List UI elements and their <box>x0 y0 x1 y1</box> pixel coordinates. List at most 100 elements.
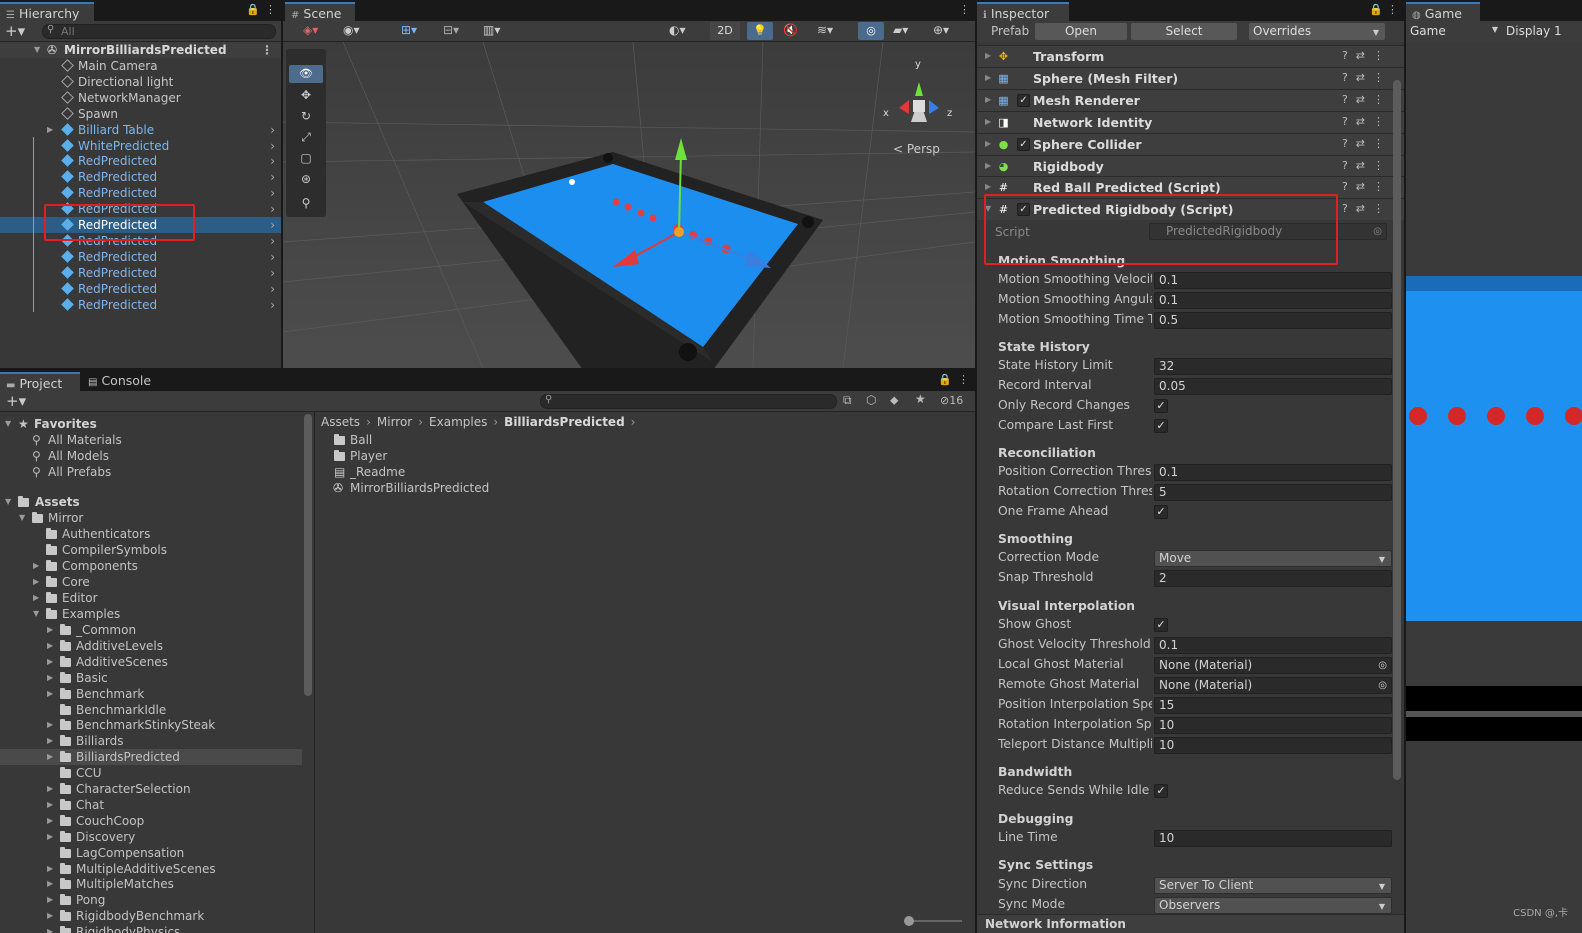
expand-arrow-icon[interactable]: ▶ <box>47 638 57 654</box>
expand-arrow-icon[interactable]: ▶ <box>47 813 57 829</box>
help-icon[interactable]: ? <box>1342 115 1356 128</box>
hierarchy-search-input[interactable]: ⚲ All <box>42 24 276 39</box>
hierarchy-item[interactable]: ▶ Billiard Table › <box>0 122 281 138</box>
expand-arrow-icon[interactable]: ▶ <box>985 51 991 60</box>
expand-arrow-icon[interactable]: ▶ <box>47 924 57 933</box>
field-input[interactable]: 10 <box>1154 737 1392 754</box>
field-checkbox[interactable]: ✓ <box>1154 618 1168 632</box>
folder-item[interactable]: ▶ Chat <box>0 797 302 813</box>
expand-arrow-icon[interactable]: ▶ <box>47 622 57 638</box>
hierarchy-item[interactable]: Main Camera <box>0 58 281 74</box>
hierarchy-item[interactable]: RedPredicted › <box>0 169 281 185</box>
chevron-right-icon[interactable]: › <box>270 297 275 313</box>
folder-item[interactable]: ▶ Editor <box>0 590 302 606</box>
expand-arrow-icon[interactable]: ▶ <box>985 117 991 126</box>
field-input[interactable]: 0.5 <box>1154 312 1392 329</box>
toggle-2d-button[interactable]: 2D <box>710 22 740 40</box>
field-dropdown[interactable]: Move ▼ <box>1154 550 1392 567</box>
expand-arrow-icon[interactable]: ▶ <box>33 574 43 590</box>
preset-icon[interactable]: ⇄ <box>1356 71 1373 84</box>
field-input[interactable]: 0.1 <box>1154 272 1392 289</box>
game-view[interactable]: CSDN @,卡 <box>1406 42 1582 933</box>
favorites-header[interactable]: ▼ ★ Favorites <box>0 416 302 432</box>
draw-mode-icon[interactable]: ◉▾ <box>343 23 360 37</box>
increment-snap-icon[interactable]: ▥▾ <box>483 23 500 37</box>
component-actions[interactable]: ?⇄⋮ <box>1342 115 1392 128</box>
folder-item[interactable]: CompilerSymbols <box>0 542 302 558</box>
hierarchy-item[interactable]: WhitePredicted › <box>0 138 281 154</box>
asset-item[interactable]: ✇ MirrorBilliardsPredicted <box>330 480 975 496</box>
folder-item[interactable]: ▶ CharacterSelection <box>0 781 302 797</box>
chevron-right-icon[interactable]: › <box>270 217 275 233</box>
mirror-folder[interactable]: ▼ Mirror <box>0 510 302 526</box>
grid-snap-icon[interactable]: ⊞▾ <box>401 23 417 37</box>
favorite-item[interactable]: ⚲ All Materials <box>0 432 302 448</box>
folder-item[interactable]: BenchmarkIdle <box>0 702 302 718</box>
custom-tool-icon[interactable]: ⚲ <box>289 194 323 212</box>
asset-item[interactable]: Ball <box>330 432 975 448</box>
chevron-right-icon[interactable]: › <box>270 233 275 249</box>
preset-icon[interactable]: ⇄ <box>1356 159 1373 172</box>
hierarchy-item[interactable]: RedPredicted › <box>0 281 281 297</box>
more-icon[interactable]: ⋮ <box>1373 115 1392 128</box>
folder-item[interactable]: ▶ RigidbodyPhysics <box>0 924 302 933</box>
object-picker-icon[interactable]: ◎ <box>1378 678 1387 693</box>
component-actions[interactable]: ?⇄⋮ <box>1342 180 1392 193</box>
folder-item[interactable]: ▶ Benchmark <box>0 686 302 702</box>
field-input[interactable]: 2 <box>1154 570 1392 587</box>
folder-item[interactable]: LagCompensation <box>0 845 302 861</box>
lock-icon[interactable]: 🔒 <box>938 373 952 386</box>
component-header[interactable]: ▶ ● ✓ Sphere Collider ?⇄⋮ <box>977 132 1404 155</box>
help-icon[interactable]: ? <box>1342 137 1356 150</box>
expand-arrow-icon[interactable]: ▶ <box>47 781 57 797</box>
field-input[interactable]: 0.1 <box>1154 292 1392 309</box>
component-actions[interactable]: ?⇄⋮ <box>1342 93 1392 106</box>
component-header[interactable]: ▶ ◕ Rigidbody ?⇄⋮ <box>977 154 1404 177</box>
breadcrumb-item[interactable]: BilliardsPredicted <box>504 415 624 429</box>
preset-icon[interactable]: ⇄ <box>1356 49 1373 62</box>
view-tool-icon[interactable]: 👁 <box>289 65 323 83</box>
expand-arrow-icon[interactable]: ▶ <box>47 749 57 765</box>
more-icon[interactable]: ⋮ <box>1373 71 1392 84</box>
component-header[interactable]: ▶ ✥ Transform ?⇄⋮ <box>977 45 1404 67</box>
chevron-right-icon[interactable]: › <box>270 153 275 169</box>
effects-icon[interactable]: ≋▾ <box>817 23 833 37</box>
hierarchy-item[interactable]: RedPredicted › <box>0 297 281 313</box>
field-input[interactable]: 32 <box>1154 358 1392 375</box>
field-input[interactable]: 0.1 <box>1154 637 1392 654</box>
tag-icon[interactable]: ⬥ <box>890 393 898 408</box>
chevron-right-icon[interactable]: › <box>270 281 275 297</box>
asset-item[interactable]: Player <box>330 448 975 464</box>
folder-item[interactable]: ▶ BenchmarkStinkySteak <box>0 717 302 733</box>
expand-arrow-icon[interactable]: ▶ <box>47 717 57 733</box>
help-icon[interactable]: ? <box>1342 93 1356 106</box>
network-info-header[interactable]: Network Information <box>977 914 1404 933</box>
more-icon[interactable]: ⋮ <box>261 42 273 58</box>
expand-arrow-icon[interactable]: ▼ <box>33 606 43 622</box>
component-header[interactable]: ▶ ▦ ✓ Mesh Renderer ?⇄⋮ <box>977 88 1404 111</box>
audio-icon[interactable]: 🔇 <box>783 23 798 37</box>
preset-icon[interactable]: ⇄ <box>1356 180 1373 193</box>
preset-icon[interactable]: ⇄ <box>1356 137 1373 150</box>
folder-item[interactable]: CCU <box>0 765 302 781</box>
more-icon[interactable]: ⋮ <box>1373 159 1392 172</box>
expand-arrow-icon[interactable]: ▶ <box>47 861 57 877</box>
expand-arrow-icon[interactable]: ▶ <box>47 797 57 813</box>
breadcrumb-item[interactable]: Assets <box>321 415 360 429</box>
inspector-scrollbar[interactable] <box>1393 80 1401 780</box>
help-icon[interactable]: ? <box>1342 202 1356 215</box>
field-checkbox[interactable]: ✓ <box>1154 399 1168 413</box>
field-checkbox[interactable]: ✓ <box>1154 419 1168 433</box>
expand-arrow-icon[interactable]: ▶ <box>47 654 57 670</box>
prefab-overrides-dropdown[interactable]: Overrides ▼ <box>1249 23 1385 40</box>
expand-arrow-icon[interactable]: ▶ <box>47 733 57 749</box>
chevron-right-icon[interactable]: › <box>270 122 275 138</box>
asset-item[interactable]: ▤ _Readme <box>330 464 975 480</box>
expand-arrow-icon[interactable]: ▶ <box>47 686 57 702</box>
expand-arrow-icon[interactable]: ▶ <box>33 558 43 574</box>
chevron-right-icon[interactable]: › <box>270 201 275 217</box>
expand-arrow-icon[interactable]: ▶ <box>33 590 43 606</box>
hierarchy-scene-root[interactable]: ▼ ✇ MirrorBilliardsPredicted ⋮ <box>0 42 281 58</box>
tab-hierarchy[interactable]: ☰ Hierarchy <box>0 2 94 21</box>
field-input[interactable]: 0.05 <box>1154 378 1392 395</box>
